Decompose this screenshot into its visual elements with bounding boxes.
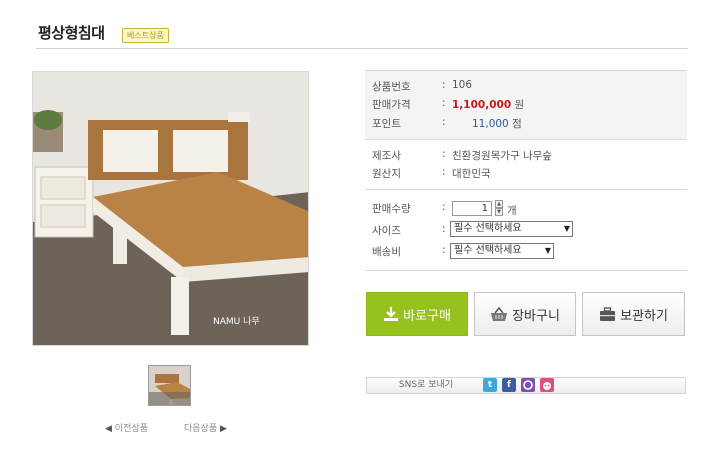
size-select[interactable]: 필수 선택하세요 ▼: [450, 221, 573, 237]
cart-label: 장바구니: [512, 308, 560, 324]
yozm-icon[interactable]: [540, 378, 554, 392]
point-unit: 점: [512, 118, 522, 130]
keep-label: 보관하기: [620, 308, 668, 324]
origin-value: 대한민국: [452, 168, 491, 180]
info-divider-1: [365, 139, 687, 140]
code-value: 106: [452, 79, 473, 91]
size-colon: :: [442, 223, 446, 235]
point-colon: :: [442, 116, 446, 128]
qty-input[interactable]: 1: [452, 201, 492, 216]
ship-select[interactable]: 필수 선택하세요 ▼: [450, 243, 554, 259]
best-product-badge: 베스트상품: [122, 28, 169, 43]
qty-label: 판매수량: [372, 203, 411, 215]
title-divider: [36, 48, 688, 49]
chevron-down-icon: ▼: [563, 224, 570, 233]
point-value-group: 11,000 점: [472, 116, 522, 131]
info-divider-2: [365, 189, 687, 190]
info-divider-3: [365, 270, 687, 271]
buy-now-label: 바로구매: [403, 308, 451, 324]
next-product-link[interactable]: 다음상품 ▶: [184, 421, 227, 434]
basket-icon: [490, 306, 508, 322]
info-price-box: [365, 70, 687, 139]
spinner-down-icon[interactable]: ▼: [495, 208, 503, 216]
twitter-icon[interactable]: t: [483, 378, 497, 392]
triangle-right-icon: ▶: [220, 424, 227, 434]
price-label: 판매가격: [372, 99, 411, 111]
ship-colon: :: [442, 244, 446, 256]
spinner-up-icon[interactable]: ▲: [495, 200, 503, 208]
sns-label: SNS로 보내기: [398, 380, 454, 390]
price-unit: 원: [514, 99, 525, 111]
download-icon: [383, 306, 399, 322]
keep-button[interactable]: 보관하기: [582, 292, 685, 336]
maker-label: 제조사: [372, 150, 401, 162]
product-main-image: NAMU 나무: [32, 71, 309, 346]
qty-unit: 개: [507, 205, 517, 217]
watermark-text: NAMU 나무: [213, 316, 260, 327]
code-label: 상품번호: [372, 81, 411, 93]
qty-colon: :: [442, 201, 446, 213]
briefcase-icon: [599, 306, 616, 322]
origin-label: 원산지: [372, 168, 401, 180]
qty-spinner[interactable]: ▲ ▼: [495, 200, 503, 216]
price-colon: :: [442, 97, 446, 109]
chevron-down-icon: ▼: [544, 246, 551, 255]
ship-label: 배송비: [372, 246, 401, 258]
next-product-label: 다음상품: [184, 424, 218, 434]
prev-product-link[interactable]: ◀ 이전상품: [105, 421, 148, 434]
price-value-group: 1,100,000 원: [452, 97, 524, 112]
prev-product-label: 이전상품: [114, 424, 148, 434]
size-select-value: 필수 선택하세요: [454, 223, 522, 234]
page-title: 평상형침대: [38, 24, 105, 42]
product-thumbnail[interactable]: [148, 365, 191, 406]
origin-colon: :: [442, 166, 446, 178]
facebook-icon[interactable]: f: [502, 378, 516, 392]
maker-value: 친환경원목가구 나무숲: [452, 150, 552, 162]
point-label: 포인트: [372, 118, 401, 130]
code-colon: :: [442, 79, 446, 91]
point-value: 11,000: [472, 118, 509, 130]
ship-select-value: 필수 선택하세요: [454, 245, 522, 256]
buy-now-button[interactable]: 바로구매: [366, 292, 468, 336]
add-to-cart-button[interactable]: 장바구니: [474, 292, 576, 336]
maker-colon: :: [442, 148, 446, 160]
me2day-icon[interactable]: [521, 378, 535, 392]
price-value: 1,100,000: [452, 99, 512, 111]
size-label: 사이즈: [372, 225, 401, 237]
triangle-left-icon: ◀: [105, 424, 112, 434]
